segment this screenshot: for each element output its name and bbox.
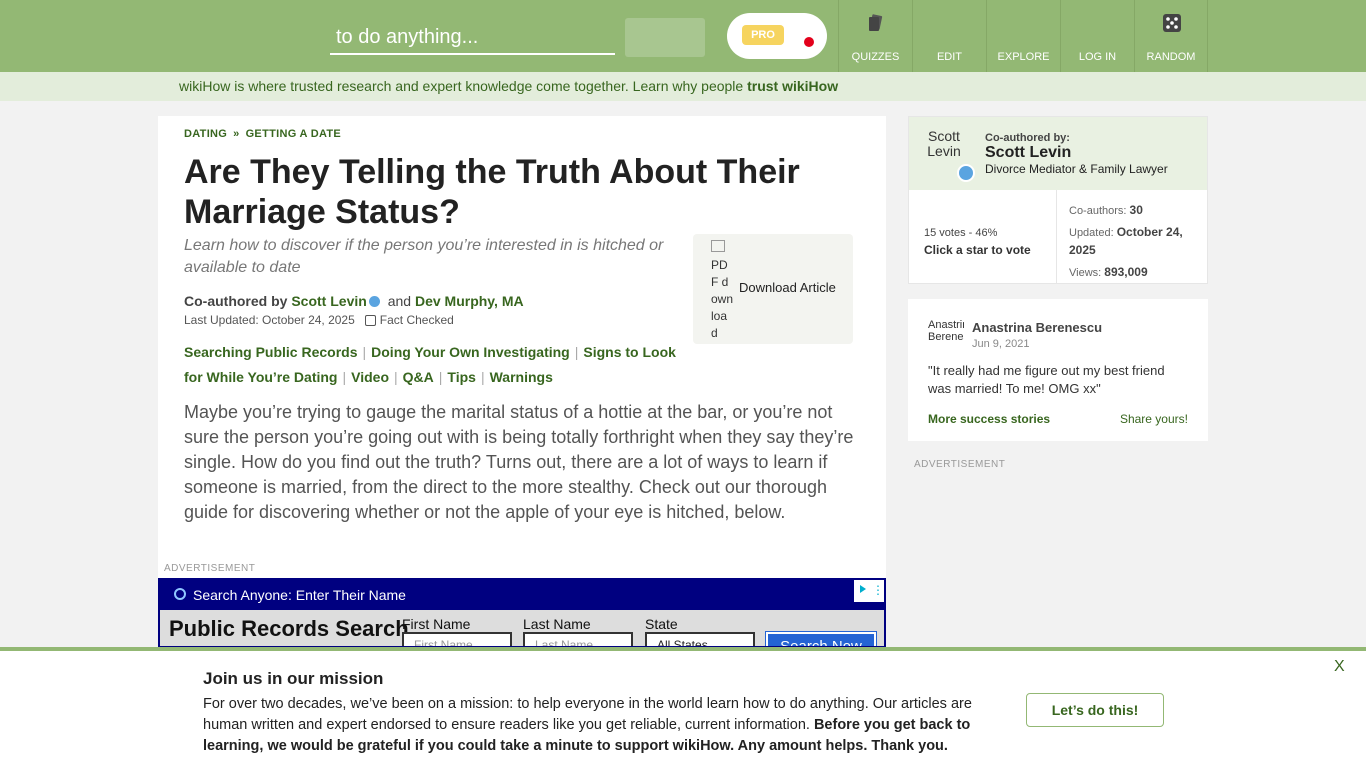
views-value: 893,009 xyxy=(1104,265,1148,279)
pdf-download-alt: PDF download xyxy=(711,258,734,340)
breadcrumb-getting-a-date[interactable]: GETTING A DATE xyxy=(246,128,341,140)
share-yours-link[interactable]: Share yours! xyxy=(1120,412,1188,426)
quizzes-icon xyxy=(869,14,883,31)
toc-item[interactable]: Q&A xyxy=(403,369,434,385)
toc-item[interactable]: Video xyxy=(351,369,389,385)
sidebar-advertisement-label: ADVERTISEMENT xyxy=(914,459,1006,470)
state-select[interactable]: All States xyxy=(645,632,755,646)
adchoices-icon[interactable]: ⋮ xyxy=(854,580,884,602)
coauthors-label: Co-authors: xyxy=(1069,205,1127,217)
trust-wikihow-link[interactable]: trust wikiHow xyxy=(747,78,838,94)
table-of-contents: Searching Public Records | Doing Your Own … xyxy=(184,344,676,385)
nav-random-label: RANDOM xyxy=(1146,51,1196,63)
article-panel: DATING » GETTING A DATE Are They Telling t… xyxy=(158,116,886,656)
lets-do-this-button[interactable]: Let’s do this! xyxy=(1026,693,1164,727)
more-success-stories-link[interactable]: More success stories xyxy=(928,412,1050,426)
article-stats: Co-authors: 30 Updated: October 24, 2025… xyxy=(1069,202,1199,286)
author-scott-levin-link[interactable]: Scott Levin xyxy=(291,293,366,309)
ad-heading: Public Records Search xyxy=(169,616,409,641)
broken-image-icon xyxy=(711,240,725,252)
toc-item[interactable]: Tips xyxy=(447,369,476,385)
notification-dot xyxy=(804,37,814,47)
story-date: Jun 9, 2021 xyxy=(972,338,1030,350)
trust-bar: wikiHow is where trusted research and ex… xyxy=(0,72,1366,101)
breadcrumb: DATING » GETTING A DATE xyxy=(184,128,341,140)
pro-badge: PRO xyxy=(742,25,784,45)
card-divider xyxy=(1056,190,1057,284)
story-quote: "It really had me figure out my best fri… xyxy=(928,363,1165,396)
random-dice-icon xyxy=(1163,14,1181,32)
vote-cta[interactable]: Click a star to vote xyxy=(924,243,1031,257)
ad-bar-text: Search Anyone: Enter Their Name xyxy=(193,587,406,603)
success-story-card: Anastrina Berenescu Anastrina Berenescu … xyxy=(908,299,1208,441)
nav-login[interactable]: LOG IN xyxy=(1060,0,1134,72)
reader-avatar: Anastrina Berenescu xyxy=(928,319,964,353)
nav-explore[interactable]: EXPLORE xyxy=(986,0,1060,72)
advertisement-label: ADVERTISEMENT xyxy=(164,563,256,574)
nav-quizzes[interactable]: QUIZZES xyxy=(838,0,912,72)
last-name-label: Last Name xyxy=(523,616,591,632)
site-header: to do anything... PRO QUIZZES EDIT EXPLO… xyxy=(0,0,1366,72)
last-updated: Last Updated: October 24, 2025 Fact Check… xyxy=(184,313,454,327)
nav-explore-label: EXPLORE xyxy=(997,51,1050,63)
updated-label: Updated: xyxy=(1069,227,1114,239)
intro-paragraph: Maybe you’re trying to gauge the marital… xyxy=(184,402,854,522)
last-name-field[interactable]: Last Name xyxy=(523,632,633,646)
toc-item[interactable]: Searching Public Records xyxy=(184,344,358,360)
sidebar-author-name[interactable]: Scott Levin xyxy=(985,144,1071,162)
sidebar-author-role: Divorce Mediator & Family Lawyer xyxy=(985,162,1168,176)
close-icon[interactable]: X xyxy=(1334,658,1345,676)
author-avatar-alt: Scott Levin xyxy=(927,128,961,159)
breadcrumb-dating[interactable]: DATING xyxy=(184,128,227,140)
search-input[interactable]: to do anything... xyxy=(330,22,615,55)
nav-random[interactable]: RANDOM xyxy=(1134,0,1208,72)
state-label: State xyxy=(645,616,678,632)
banner-text: For over two decades, we’ve been on a mi… xyxy=(203,694,1008,757)
author-card-header: Scott Levin Co-authored by: Scott Levin … xyxy=(909,117,1207,190)
nav-edit[interactable]: EDIT xyxy=(912,0,986,72)
pdf-download-icon: PDF download xyxy=(711,240,733,342)
nav-edit-label: EDIT xyxy=(936,51,963,63)
public-records-ad[interactable]: Search Anyone: Enter Their Name ⋮ Public… xyxy=(158,578,886,648)
reader-avatar-alt: Anastrina Berenescu xyxy=(928,319,964,343)
mission-banner: Join us in our mission For over two deca… xyxy=(0,647,1366,768)
author-dev-murphy-link[interactable]: Dev Murphy, MA xyxy=(415,293,524,309)
search-now-button[interactable]: Search Now xyxy=(765,631,877,646)
magnifier-icon xyxy=(174,588,186,600)
and-text: and xyxy=(387,293,412,309)
expert-verified-icon xyxy=(957,164,975,182)
download-article-button[interactable]: PDF download Download Article xyxy=(693,234,853,344)
search-button[interactable] xyxy=(625,18,705,57)
fact-check-icon xyxy=(364,315,376,326)
toc-item[interactable]: Warnings xyxy=(490,369,553,385)
page-title: Are They Telling the Truth About Their M… xyxy=(184,153,800,231)
svg-text:⋮: ⋮ xyxy=(872,583,884,597)
coauthored-label: Co-authored by xyxy=(184,293,288,309)
banner-title: Join us in our mission xyxy=(203,669,384,688)
toc-item[interactable]: Doing Your Own Investigating xyxy=(371,344,570,360)
coauthors-value[interactable]: 30 xyxy=(1130,203,1143,217)
article-subtitle: Learn how to discover if the person you’… xyxy=(184,237,664,276)
ad-title-bar: Search Anyone: Enter Their Name ⋮ xyxy=(160,580,884,610)
trust-text: wikiHow is where trusted research and ex… xyxy=(179,78,744,94)
reader-name: Anastrina Berenescu xyxy=(972,320,1103,335)
download-article-label: Download Article xyxy=(739,280,836,295)
verified-icon xyxy=(368,296,380,307)
nav-quizzes-label: QUIZZES xyxy=(851,51,900,63)
views-label: Views: xyxy=(1069,267,1102,279)
breadcrumb-separator: » xyxy=(233,128,240,140)
pro-button[interactable]: PRO xyxy=(727,13,827,59)
first-name-label: First Name xyxy=(402,616,471,632)
first-name-field[interactable]: First Name xyxy=(402,632,512,646)
author-card: Scott Levin Co-authored by: Scott Levin … xyxy=(908,116,1208,284)
coauthor-line: Co-authored by Scott Levin and Dev Murph… xyxy=(184,293,524,309)
sidebar-coauthored-label: Co-authored by: xyxy=(985,132,1070,144)
fact-checked-label[interactable]: Fact Checked xyxy=(380,313,454,327)
vote-count: 15 votes - 46% xyxy=(924,227,998,239)
last-updated-text: Last Updated: October 24, 2025 xyxy=(184,313,355,327)
trust-bar-text: wikiHow is where trusted research and ex… xyxy=(179,78,838,94)
nav-login-label: LOG IN xyxy=(1078,51,1117,63)
